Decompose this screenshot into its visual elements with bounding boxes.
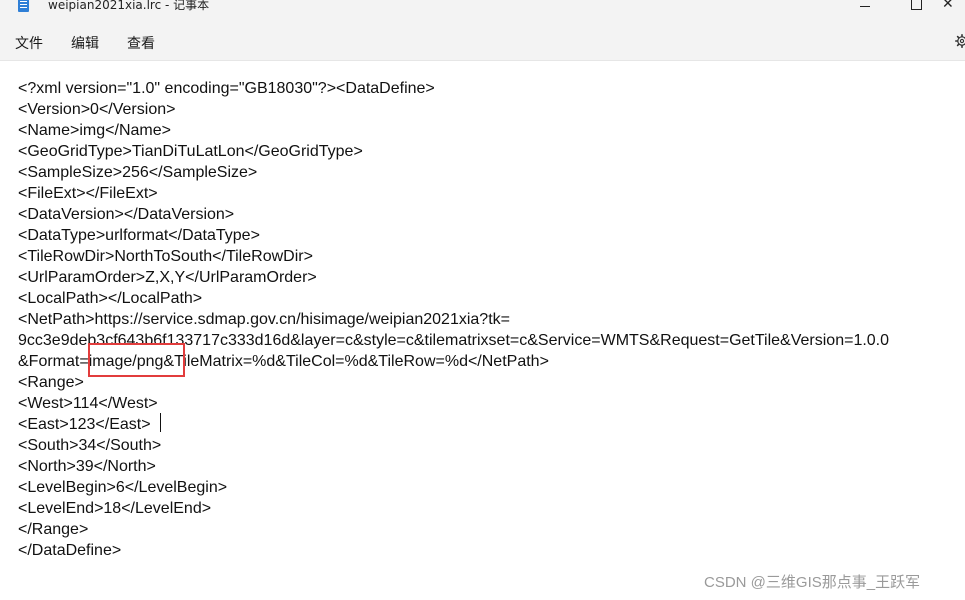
editor-line[interactable]: <LevelEnd>18</LevelEnd> [18,498,211,519]
maximize-icon [910,0,922,10]
editor-line[interactable]: 9cc3e9deb3cf643b6f133717c333d16d&layer=c… [18,330,889,351]
title-bar[interactable]: weipian2021xia.lrc - 记事本 ✕ [0,0,965,14]
notepad-app-icon [18,0,29,12]
settings-gear-icon[interactable] [955,34,965,48]
notepad-window: weipian2021xia.lrc - 记事本 ✕ 文件 编辑 查看 <?xm… [0,0,965,600]
editor-line[interactable]: <Version>0</Version> [18,99,175,120]
editor-line[interactable]: <FileExt></FileExt> [18,183,158,204]
text-editor[interactable]: <?xml version="1.0" encoding="GB18030"?>… [0,61,965,600]
editor-line[interactable]: <SampleSize>256</SampleSize> [18,162,257,183]
editor-line[interactable]: <West>114</West> [18,393,158,414]
close-icon: ✕ [942,0,954,12]
maximize-button[interactable] [893,0,939,14]
editor-line[interactable]: &Format=image/png&TileMatrix=%d&TileCol=… [18,351,549,372]
editor-line[interactable]: <Name>img</Name> [18,120,171,141]
menu-view[interactable]: 查看 [127,33,155,53]
editor-line[interactable]: <?xml version="1.0" encoding="GB18030"?>… [18,78,435,99]
editor-line[interactable]: <UrlParamOrder>Z,X,Y</UrlParamOrder> [18,267,317,288]
menu-bar: 文件 编辑 查看 [0,14,965,61]
menu-edit[interactable]: 编辑 [71,33,99,53]
csdn-watermark: CSDN @三维GIS那点事_王跃军 [704,574,921,591]
editor-line[interactable]: <NetPath>https://service.sdmap.gov.cn/hi… [18,309,510,330]
editor-line[interactable]: </DataDefine> [18,540,121,561]
editor-line[interactable]: <South>34</South> [18,435,161,456]
editor-line[interactable]: <East>123</East> [18,414,151,435]
editor-line[interactable]: <North>39</North> [18,456,156,477]
editor-line[interactable]: <TileRowDir>NorthToSouth</TileRowDir> [18,246,313,267]
editor-line[interactable]: <DataVersion></DataVersion> [18,204,234,225]
text-caret [160,413,161,432]
editor-line[interactable]: <DataType>urlformat</DataType> [18,225,260,246]
editor-line[interactable]: </Range> [18,519,88,540]
menu-file[interactable]: 文件 [15,33,43,53]
editor-line[interactable]: <LocalPath></LocalPath> [18,288,202,309]
editor-line[interactable]: <GeoGridType>TianDiTuLatLon</GeoGridType… [18,141,363,162]
editor-line[interactable]: <LevelBegin>6</LevelBegin> [18,477,227,498]
minimize-icon [860,5,870,7]
close-button[interactable]: ✕ [942,0,965,14]
window-title: weipian2021xia.lrc - 记事本 [48,0,210,12]
editor-line[interactable]: <Range> [18,372,84,393]
minimize-button[interactable] [842,0,888,14]
